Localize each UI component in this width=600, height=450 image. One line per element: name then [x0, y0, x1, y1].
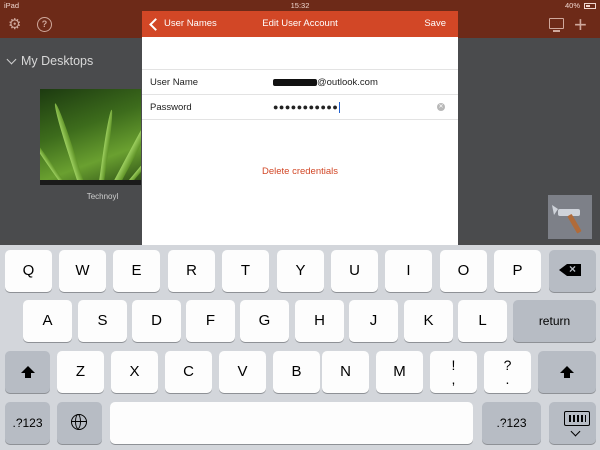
- key-exclaim-comma[interactable]: ! ,: [430, 351, 477, 393]
- shift-icon: [560, 366, 574, 378]
- space-key[interactable]: [110, 402, 473, 444]
- section-header[interactable]: My Desktops: [6, 54, 94, 68]
- username-value: @outlook.com: [317, 77, 378, 88]
- key-y[interactable]: Y: [277, 250, 324, 292]
- on-screen-keyboard: Q W E R T Y U I O P A S D F G H J K L re…: [0, 245, 600, 450]
- keyboard-icon: [564, 411, 590, 426]
- edit-user-dialog: User Names Edit User Account Save User N…: [142, 11, 458, 245]
- key-question-period[interactable]: ? .: [484, 351, 531, 393]
- gear-icon[interactable]: ⚙: [8, 16, 21, 34]
- add-icon[interactable]: +: [574, 14, 587, 36]
- password-mask: ●●●●●●●●●●●: [273, 102, 339, 113]
- section-title: My Desktops: [21, 54, 94, 68]
- shift-key-left[interactable]: [5, 351, 50, 393]
- dismiss-keyboard-key[interactable]: [549, 402, 596, 444]
- password-row[interactable]: Password ●●●●●●●●●●● ✕: [142, 94, 458, 120]
- desktop-taskbar: [40, 180, 141, 185]
- key-w[interactable]: W: [59, 250, 106, 292]
- password-field[interactable]: ●●●●●●●●●●●: [273, 102, 341, 113]
- username-field[interactable]: @outlook.com: [273, 77, 378, 88]
- clear-icon[interactable]: ✕: [437, 103, 445, 111]
- globe-key[interactable]: [57, 402, 102, 444]
- divider: [142, 119, 458, 120]
- key-q[interactable]: Q: [5, 250, 52, 292]
- key-a[interactable]: A: [23, 300, 72, 342]
- key-d[interactable]: D: [132, 300, 181, 342]
- backspace-icon: [559, 263, 581, 276]
- numbers-key-right[interactable]: .?123: [482, 402, 541, 444]
- battery-icon: [584, 3, 596, 9]
- key-i[interactable]: I: [385, 250, 432, 292]
- globe-icon: [71, 414, 87, 430]
- desktop-thumbnail[interactable]: [40, 89, 141, 185]
- dialog-title: Edit User Account: [262, 18, 338, 29]
- key-alt-char: !: [451, 357, 456, 373]
- key-p[interactable]: P: [494, 250, 541, 292]
- key-o[interactable]: O: [440, 250, 487, 292]
- password-label: Password: [150, 102, 192, 113]
- key-f[interactable]: F: [186, 300, 235, 342]
- key-l[interactable]: L: [458, 300, 507, 342]
- hammer-icon: [548, 195, 592, 239]
- key-v[interactable]: V: [219, 351, 266, 393]
- shift-icon: [20, 366, 35, 378]
- key-r[interactable]: R: [168, 250, 215, 292]
- help-icon[interactable]: ?: [37, 17, 52, 32]
- dialog-navbar: User Names Edit User Account Save: [142, 11, 458, 37]
- key-h[interactable]: H: [295, 300, 344, 342]
- key-n[interactable]: N: [322, 351, 369, 393]
- form-spacer: [142, 37, 458, 69]
- key-main-char: .: [505, 371, 510, 387]
- key-c[interactable]: C: [165, 351, 212, 393]
- save-button[interactable]: Save: [424, 11, 446, 37]
- key-j[interactable]: J: [349, 300, 398, 342]
- key-u[interactable]: U: [331, 250, 378, 292]
- numbers-key-left[interactable]: .?123: [5, 402, 50, 444]
- key-t[interactable]: T: [222, 250, 269, 292]
- key-main-char: ,: [451, 371, 456, 387]
- username-label: User Name: [150, 77, 199, 88]
- chevron-down-icon: [570, 426, 581, 437]
- key-k[interactable]: K: [404, 300, 453, 342]
- username-row[interactable]: User Name @outlook.com: [142, 69, 458, 95]
- key-b[interactable]: B: [273, 351, 320, 393]
- key-s[interactable]: S: [78, 300, 127, 342]
- key-m[interactable]: M: [376, 351, 423, 393]
- battery-percent: 40%: [564, 1, 580, 10]
- delete-credentials-button[interactable]: Delete credentials: [142, 166, 458, 177]
- monitor-icon[interactable]: [549, 18, 564, 32]
- key-x[interactable]: X: [111, 351, 158, 393]
- key-alt-char: ?: [503, 357, 512, 373]
- backspace-key[interactable]: [549, 250, 596, 292]
- key-z[interactable]: Z: [57, 351, 104, 393]
- shift-key-right[interactable]: [538, 351, 596, 393]
- text-caret: [339, 102, 341, 113]
- chevron-down-icon: [6, 54, 17, 64]
- key-g[interactable]: G: [240, 300, 289, 342]
- key-e[interactable]: E: [113, 250, 160, 292]
- return-key[interactable]: return: [513, 300, 596, 342]
- redaction-mark: [273, 78, 317, 86]
